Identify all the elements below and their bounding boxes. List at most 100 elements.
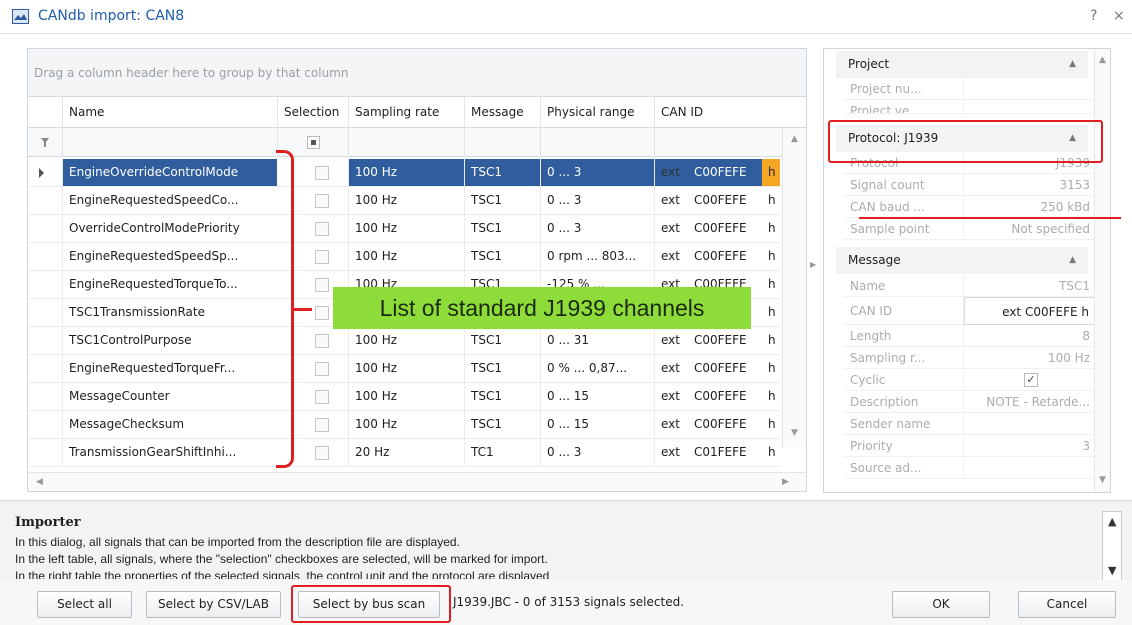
property-value	[964, 100, 1096, 113]
cell-can-id-format: h	[768, 305, 776, 319]
property-row[interactable]: CAN ID ext C00FEFE h	[844, 297, 1096, 325]
cell-can-id: C00FEFE	[688, 159, 762, 186]
panel-vertical-scrollbar[interactable]: ▲ ▼	[1094, 49, 1110, 492]
cell-physical-range: 0 rpm ... 803...	[540, 243, 654, 270]
column-header-selection[interactable]: Selection	[277, 97, 348, 128]
scroll-down-icon[interactable]: ▼	[1108, 564, 1116, 577]
cell-sampling-rate: 100 Hz	[348, 243, 464, 270]
project-group-header[interactable]: Project ▲	[836, 51, 1088, 78]
table-row[interactable]: MessageChecksum 100 Hz TSC1 0 ... 15 ext…	[28, 411, 780, 439]
cancel-button[interactable]: Cancel	[1018, 591, 1116, 618]
table-row[interactable]: TransmissionGearShiftInhi... 20 Hz TC1 0…	[28, 439, 780, 467]
close-button[interactable]: ×	[1113, 8, 1125, 24]
selection-checkbox[interactable]	[315, 306, 329, 320]
scroll-up-icon[interactable]: ▲	[791, 134, 798, 144]
cell-physical-range: 0 ... 3	[540, 187, 654, 214]
property-row[interactable]: Name TSC1	[844, 275, 1096, 297]
filter-can-id[interactable]	[654, 128, 780, 157]
property-row[interactable]: Cyclic ✓	[844, 369, 1096, 391]
cell-can-id-format: h	[768, 417, 776, 431]
splitter-arrow-icon[interactable]: ▶	[810, 260, 816, 269]
column-header-sampling-rate[interactable]: Sampling rate	[348, 97, 464, 128]
cell-name: OverrideControlModePriority	[62, 215, 277, 242]
table-row[interactable]: EngineOverrideControlMode 100 Hz TSC1 0 …	[28, 159, 780, 187]
cell-name: MessageChecksum	[62, 411, 277, 438]
collapse-icon[interactable]: ▲	[1069, 51, 1076, 78]
property-row[interactable]: Sender name	[844, 413, 1096, 435]
select-by-csv-button[interactable]: Select by CSV/LAB	[146, 591, 281, 618]
cell-name: TransmissionGearShiftInhi...	[62, 439, 277, 466]
selection-checkbox[interactable]	[315, 418, 329, 432]
column-header-can-id[interactable]: CAN ID	[654, 97, 784, 128]
scroll-down-icon[interactable]: ▼	[791, 428, 798, 438]
selection-checkbox[interactable]	[315, 446, 329, 460]
properties-panel: Project ▲ Project nu... Project ve... Pr…	[823, 48, 1111, 493]
selection-checkbox[interactable]	[315, 166, 329, 180]
selection-checkbox[interactable]	[315, 222, 329, 236]
grid-vertical-scrollbar[interactable]: ▲ ▼	[782, 128, 806, 447]
scroll-up-icon[interactable]: ▲	[1099, 55, 1106, 65]
property-row[interactable]: Project nu...	[844, 78, 1096, 100]
property-value	[964, 457, 1096, 479]
property-row[interactable]: Priority 3	[844, 435, 1096, 457]
table-row[interactable]: EngineRequestedSpeedCo... 100 Hz TSC1 0 …	[28, 187, 780, 215]
property-row[interactable]: Signal count 3153	[844, 174, 1096, 196]
select-all-button[interactable]: Select all	[37, 591, 132, 618]
property-value: NOTE - Retarde...	[986, 395, 1090, 409]
cell-can-id-format: h	[768, 193, 776, 207]
scroll-right-icon[interactable]: ▶	[782, 477, 789, 487]
baud-underline	[859, 217, 1121, 219]
group-by-hint[interactable]: Drag a column header here to group by th…	[28, 49, 806, 97]
cell-sampling-rate: 100 Hz	[348, 159, 464, 186]
table-row[interactable]: EngineRequestedTorqueFr... 100 Hz TSC1 0…	[28, 355, 780, 383]
filter-icon[interactable]	[28, 128, 62, 157]
property-row[interactable]: Description NOTE - Retarde...	[844, 391, 1096, 413]
collapse-icon[interactable]: ▲	[1069, 247, 1076, 274]
property-row[interactable]: Sample point Not specified	[844, 218, 1096, 240]
property-row[interactable]: Length 8	[844, 325, 1096, 347]
column-header-message[interactable]: Message	[464, 97, 540, 128]
selection-checkbox[interactable]	[315, 390, 329, 404]
cell-physical-range: 0 % ... 0,87...	[540, 355, 654, 382]
ok-button[interactable]: OK	[892, 591, 990, 618]
property-value	[964, 413, 1096, 435]
message-group-header[interactable]: Message ▲	[836, 247, 1088, 274]
property-row[interactable]: Project ve...	[844, 100, 1096, 114]
cell-sampling-rate: 100 Hz	[348, 215, 464, 242]
property-row[interactable]: CAN baud ... 250 kBd	[844, 196, 1096, 218]
cell-message: TSC1	[464, 243, 540, 270]
filter-sampling-rate[interactable]	[348, 128, 464, 157]
selection-checkbox[interactable]	[315, 278, 329, 292]
table-row[interactable]: TSC1ControlPurpose 100 Hz TSC1 0 ... 31 …	[28, 327, 780, 355]
table-row[interactable]: OverrideControlModePriority 100 Hz TSC1 …	[28, 215, 780, 243]
cell-name: EngineRequestedSpeedCo...	[62, 187, 277, 214]
cell-sampling-rate: 100 Hz	[348, 327, 464, 354]
table-row[interactable]: EngineRequestedSpeedSp... 100 Hz TSC1 0 …	[28, 243, 780, 271]
table-row[interactable]: MessageCounter 100 Hz TSC1 0 ... 15 ext …	[28, 383, 780, 411]
selection-checkbox[interactable]	[315, 194, 329, 208]
property-key: Sender name	[844, 413, 964, 435]
scroll-down-icon[interactable]: ▼	[1099, 475, 1106, 485]
can-id-value[interactable]: ext C00FEFE h	[964, 297, 1096, 325]
scroll-left-icon[interactable]: ◀	[36, 477, 43, 487]
annotation-bracket	[276, 150, 294, 468]
importer-scrollbar[interactable]: ▲ ▼	[1102, 511, 1122, 583]
scroll-up-icon[interactable]: ▲	[1108, 515, 1116, 528]
property-value: TSC1	[1059, 279, 1090, 293]
title-bar: CANdb import: CAN8 ? ×	[0, 0, 1132, 34]
column-header-name[interactable]: Name	[62, 97, 277, 128]
property-row[interactable]: Sampling r... 100 Hz	[844, 347, 1096, 369]
property-row[interactable]: Source ad...	[844, 457, 1096, 479]
filter-message[interactable]	[464, 128, 540, 157]
cell-can-id-type: ext	[654, 187, 688, 214]
cell-sampling-rate: 100 Hz	[348, 187, 464, 214]
grid-horizontal-scrollbar[interactable]: ◀ ▶	[28, 472, 806, 491]
help-button[interactable]: ?	[1090, 8, 1097, 24]
selection-checkbox[interactable]	[315, 362, 329, 376]
selection-checkbox[interactable]	[315, 334, 329, 348]
filter-name[interactable]	[62, 128, 277, 157]
cell-can-id: C01FEFE	[694, 445, 747, 459]
selection-checkbox[interactable]	[315, 250, 329, 264]
filter-physical-range[interactable]	[540, 128, 654, 157]
column-header-physical-range[interactable]: Physical range	[540, 97, 654, 128]
